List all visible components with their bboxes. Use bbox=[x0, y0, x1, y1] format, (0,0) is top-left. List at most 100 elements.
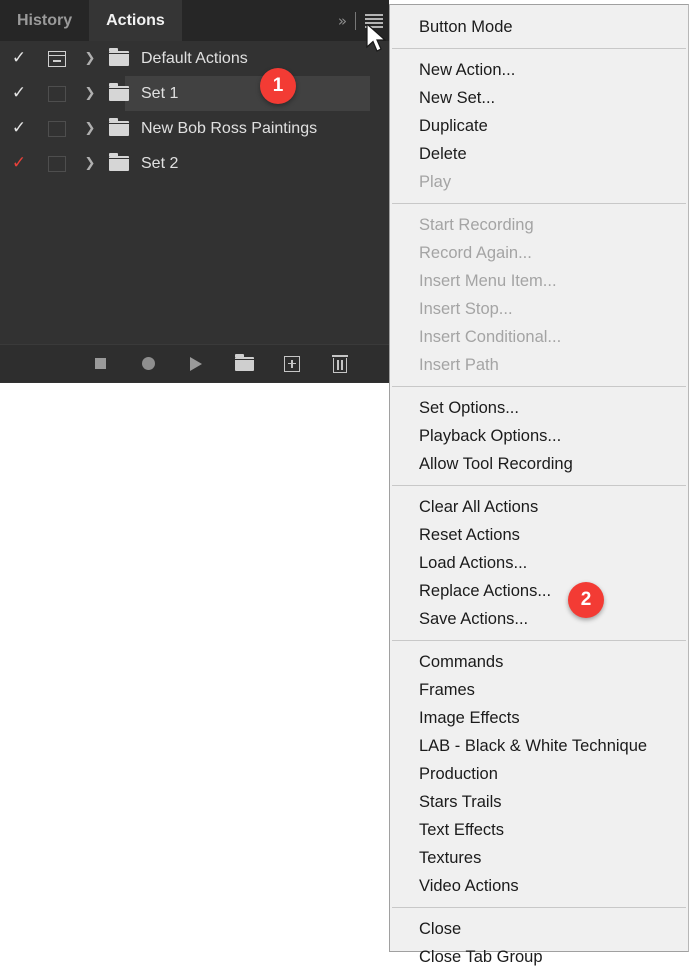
chevron-right-icon: ❯ bbox=[85, 86, 96, 101]
row-toggle-dialog[interactable] bbox=[38, 51, 76, 67]
dialog-toggle-icon bbox=[48, 121, 66, 137]
actions-panel: History Actions » ✓ ❯ De bbox=[0, 0, 389, 383]
menu-item-frames[interactable]: Frames bbox=[390, 676, 688, 704]
menu-item-allow-tool-recording[interactable]: Allow Tool Recording bbox=[390, 450, 688, 478]
row-toggle-dialog[interactable] bbox=[38, 156, 76, 172]
menu-item-reset-actions[interactable]: Reset Actions bbox=[390, 521, 688, 549]
row-toggle-on-off[interactable]: ✓ bbox=[0, 120, 38, 137]
menu-item-image-effects[interactable]: Image Effects bbox=[390, 704, 688, 732]
row-expand-arrow[interactable]: ❯ bbox=[76, 121, 104, 136]
dialog-toggle-icon bbox=[48, 156, 66, 172]
collapse-panel-icon[interactable]: » bbox=[334, 0, 350, 41]
tab-history[interactable]: History bbox=[0, 0, 89, 41]
row-folder bbox=[104, 86, 134, 101]
row-expand-arrow[interactable]: ❯ bbox=[76, 86, 104, 101]
menu-item-close[interactable]: Close bbox=[390, 915, 688, 943]
tab-actions[interactable]: Actions bbox=[89, 0, 182, 41]
folder-icon bbox=[109, 121, 129, 136]
menu-item-clear-all-actions[interactable]: Clear All Actions bbox=[390, 493, 688, 521]
row-expand-arrow[interactable]: ❯ bbox=[76, 51, 104, 66]
header-divider bbox=[355, 12, 356, 30]
row-toggle-on-off[interactable]: ✓ bbox=[0, 50, 38, 67]
dialog-toggle-icon bbox=[48, 86, 66, 102]
menu-item-textures[interactable]: Textures bbox=[390, 844, 688, 872]
begin-recording-button[interactable] bbox=[135, 351, 161, 377]
row-folder bbox=[104, 156, 134, 171]
checkmark-icon: ✓ bbox=[12, 85, 26, 102]
folder-icon bbox=[109, 86, 129, 101]
checkmark-icon: ✓ bbox=[12, 120, 26, 137]
menu-item-save-actions[interactable]: Save Actions... bbox=[390, 605, 688, 633]
row-toggle-on-off[interactable]: ✓ bbox=[0, 155, 38, 172]
menu-item-text-effects[interactable]: Text Effects bbox=[390, 816, 688, 844]
menu-item-load-actions[interactable]: Load Actions... bbox=[390, 549, 688, 577]
annotation-badge-2: 2 bbox=[568, 582, 604, 618]
stop-icon bbox=[95, 358, 106, 369]
menu-item-button-mode[interactable]: Button Mode bbox=[390, 13, 688, 41]
menu-item-duplicate[interactable]: Duplicate bbox=[390, 112, 688, 140]
menu-separator bbox=[392, 386, 686, 387]
menu-item-insert-stop: Insert Stop... bbox=[390, 295, 688, 323]
new-action-icon bbox=[284, 356, 300, 372]
table-row[interactable]: ✓ ❯ Set 2 bbox=[0, 146, 389, 181]
table-row[interactable]: ✓ ❯ Default Actions bbox=[0, 41, 389, 76]
row-label: Default Actions bbox=[134, 50, 248, 68]
row-label: Set 1 bbox=[134, 85, 178, 103]
menu-item-set-options[interactable]: Set Options... bbox=[390, 394, 688, 422]
create-new-set-button[interactable] bbox=[231, 351, 257, 377]
chevron-right-icon: ❯ bbox=[85, 51, 96, 66]
menu-item-commands[interactable]: Commands bbox=[390, 648, 688, 676]
stop-playing-button[interactable] bbox=[87, 351, 113, 377]
menu-separator bbox=[392, 48, 686, 49]
folder-icon bbox=[109, 156, 129, 171]
chevron-right-icon: ❯ bbox=[85, 156, 96, 171]
menu-item-delete[interactable]: Delete bbox=[390, 140, 688, 168]
menu-item-insert-conditional: Insert Conditional... bbox=[390, 323, 688, 351]
menu-item-video-actions[interactable]: Video Actions bbox=[390, 872, 688, 900]
row-expand-arrow[interactable]: ❯ bbox=[76, 156, 104, 171]
row-folder bbox=[104, 121, 134, 136]
menu-separator bbox=[392, 203, 686, 204]
menu-item-insert-path: Insert Path bbox=[390, 351, 688, 379]
row-toggle-dialog[interactable] bbox=[38, 86, 76, 102]
create-new-action-button[interactable] bbox=[279, 351, 305, 377]
row-label: Set 2 bbox=[134, 155, 178, 173]
delete-button[interactable] bbox=[327, 351, 353, 377]
panel-menu-icon[interactable] bbox=[365, 0, 383, 41]
play-selection-button[interactable] bbox=[183, 351, 209, 377]
record-icon bbox=[142, 357, 155, 370]
checkmark-icon: ✓ bbox=[12, 155, 26, 172]
menu-item-new-action[interactable]: New Action... bbox=[390, 56, 688, 84]
tab-strip-spacer bbox=[182, 0, 334, 41]
tab-actions-label: Actions bbox=[106, 12, 165, 30]
menu-separator bbox=[392, 640, 686, 641]
checkmark-icon: ✓ bbox=[12, 50, 26, 67]
dialog-toggle-icon bbox=[48, 51, 66, 67]
chevron-right-icon: ❯ bbox=[85, 121, 96, 136]
trash-icon bbox=[332, 355, 348, 373]
menu-item-close-tab-group[interactable]: Close Tab Group bbox=[390, 943, 688, 971]
menu-item-insert-menu-item: Insert Menu Item... bbox=[390, 267, 688, 295]
folder-icon bbox=[235, 357, 254, 371]
panel-tab-strip: History Actions » bbox=[0, 0, 389, 41]
actions-panel-toolbar bbox=[0, 344, 389, 382]
row-toggle-dialog[interactable] bbox=[38, 121, 76, 137]
tab-history-label: History bbox=[17, 12, 72, 30]
table-row[interactable]: ✓ ❯ New Bob Ross Paintings bbox=[0, 111, 389, 146]
play-icon bbox=[190, 357, 202, 371]
menu-item-lab-black-and-white-technique[interactable]: LAB - Black & White Technique bbox=[390, 732, 688, 760]
menu-item-start-recording: Start Recording bbox=[390, 211, 688, 239]
table-row[interactable]: ✓ ❯ Set 1 bbox=[0, 76, 389, 111]
panel-flyout-menu: Button Mode New Action... New Set... Dup… bbox=[389, 4, 689, 952]
actions-list: ✓ ❯ Default Actions ✓ ❯ bbox=[0, 41, 389, 344]
folder-icon bbox=[109, 51, 129, 66]
menu-item-replace-actions[interactable]: Replace Actions... bbox=[390, 577, 688, 605]
menu-item-production[interactable]: Production bbox=[390, 760, 688, 788]
menu-separator bbox=[392, 907, 686, 908]
row-toggle-on-off[interactable]: ✓ bbox=[0, 85, 38, 102]
menu-item-new-set[interactable]: New Set... bbox=[390, 84, 688, 112]
menu-item-record-again: Record Again... bbox=[390, 239, 688, 267]
menu-item-playback-options[interactable]: Playback Options... bbox=[390, 422, 688, 450]
menu-item-stars-trails[interactable]: Stars Trails bbox=[390, 788, 688, 816]
row-label: New Bob Ross Paintings bbox=[134, 120, 317, 138]
